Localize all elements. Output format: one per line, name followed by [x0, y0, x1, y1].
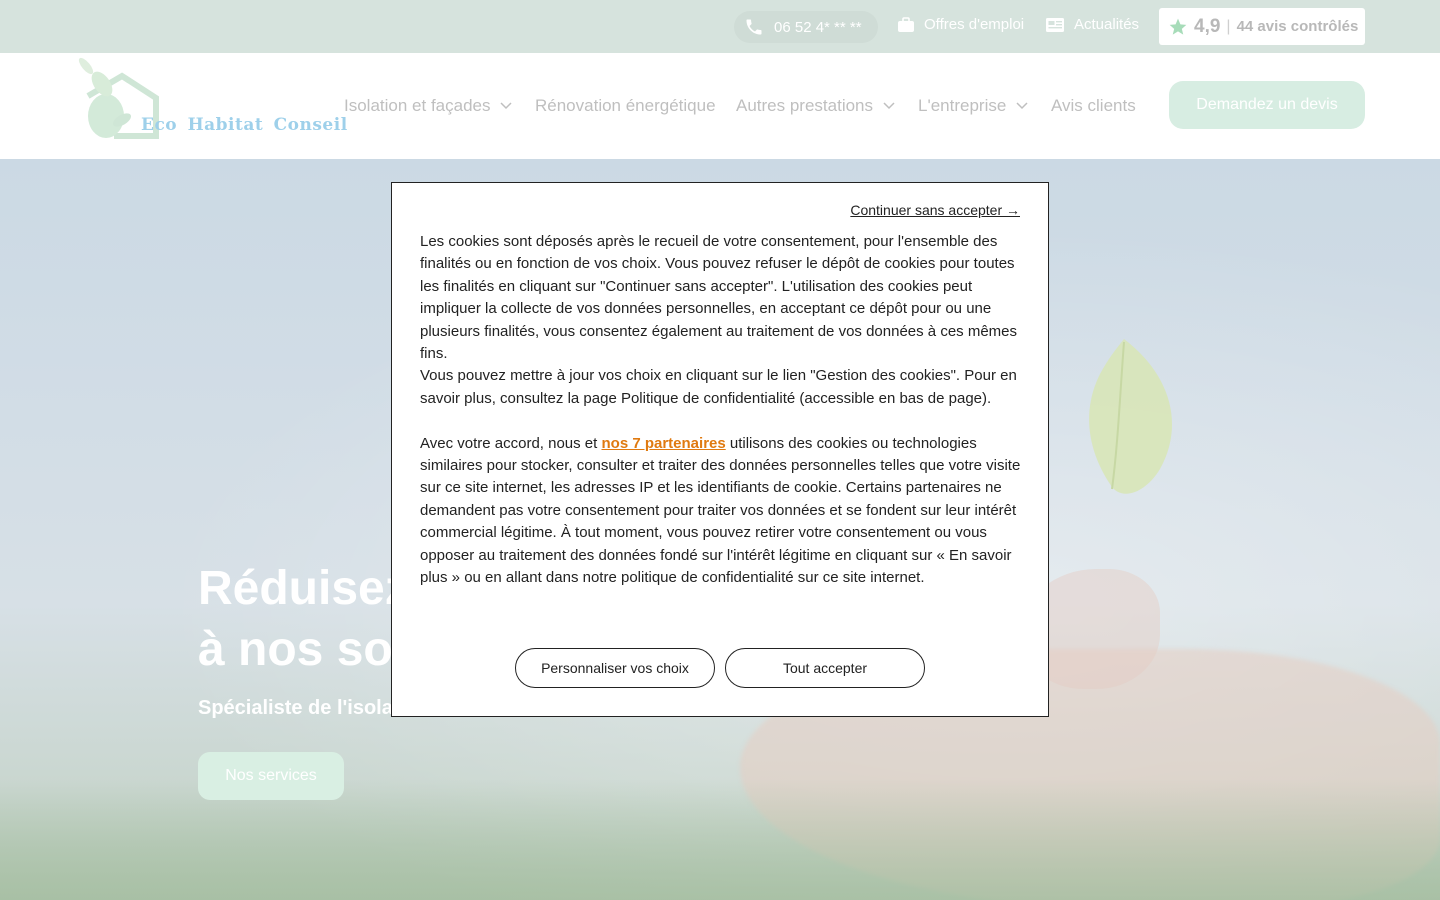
rating-count: 44 avis contrôlés	[1236, 18, 1359, 35]
hero-title: Réduisez à nos sol	[198, 558, 409, 680]
nav-autres-prestations[interactable]: Autres prestations	[736, 96, 895, 116]
top-utility-bar: 06 52 4* ** ** Offres d'emploi Actualité…	[0, 0, 1440, 53]
nav-label: Rénovation énergétique	[535, 96, 716, 115]
jobs-link[interactable]: Offres d'emploi	[897, 16, 1024, 33]
rating-separator: |	[1226, 17, 1231, 35]
news-link[interactable]: Actualités	[1045, 16, 1139, 33]
logo-text[interactable]: Eco Habitat Conseil	[141, 115, 348, 135]
nav-label: Isolation et façades	[344, 96, 491, 115]
paragraph-3-end: utilisons des cookies ou technologies si…	[420, 434, 1021, 587]
jobs-label: Offres d'emploi	[924, 16, 1025, 33]
phone-icon	[746, 19, 762, 35]
quote-button[interactable]: Demandez un devis	[1169, 81, 1365, 129]
chevron-down-icon	[883, 102, 895, 110]
nav-renovation[interactable]: Rénovation énergétique	[535, 96, 716, 116]
partners-link[interactable]: nos 7 partenaires	[602, 435, 726, 452]
accept-all-button[interactable]: Tout accepter	[725, 648, 925, 688]
cookie-paragraph-1: Les cookies sont déposés après le recuei…	[420, 233, 1017, 363]
cookie-paragraph-2: Vous pouvez mettre à jour vos choix en c…	[420, 367, 1017, 407]
hero-subtitle: Spécialiste de l'isola	[198, 697, 393, 719]
news-label: Actualités	[1074, 16, 1140, 33]
briefcase-icon	[898, 16, 914, 32]
newspaper-icon	[1046, 17, 1064, 32]
nav-avis-clients[interactable]: Avis clients	[1051, 96, 1136, 116]
nav-label: L'entreprise	[918, 96, 1007, 115]
nav-isolation[interactable]: Isolation et façades	[344, 96, 513, 116]
cookie-text: Les cookies sont déposés après le recuei…	[420, 231, 1026, 589]
hero-title-line2: à nos sol	[198, 623, 407, 676]
nav-label: Autres prestations	[736, 96, 874, 115]
nav-label: Avis clients	[1051, 96, 1136, 115]
services-button[interactable]: Nos services	[198, 752, 344, 800]
paragraph-3-start: Avec votre accord, nous et	[420, 434, 602, 452]
phone-link[interactable]: 06 52 4* ** **	[734, 11, 878, 43]
rating-badge[interactable]: 4,9 | 44 avis contrôlés	[1159, 8, 1365, 45]
chevron-down-icon	[500, 102, 513, 110]
customize-choices-button[interactable]: Personnaliser vos choix	[515, 648, 715, 688]
hero-title-line1: Réduisez	[198, 562, 409, 615]
star-icon	[1169, 18, 1187, 35]
paragraph-spacer	[420, 410, 1026, 432]
cookie-consent-modal: Continuer sans accepter → Les cookies so…	[391, 182, 1049, 717]
rating-score: 4,9	[1194, 15, 1221, 37]
continue-without-accepting-link[interactable]: Continuer sans accepter →	[850, 202, 1020, 218]
cookie-paragraph-3: Avec votre accord, nous et nos 7 partena…	[420, 433, 1026, 590]
phone-number: 06 52 4* ** **	[774, 18, 862, 36]
chevron-down-icon	[1016, 102, 1028, 110]
nav-entreprise[interactable]: L'entreprise	[918, 96, 1028, 116]
leaf-image	[1089, 339, 1173, 494]
